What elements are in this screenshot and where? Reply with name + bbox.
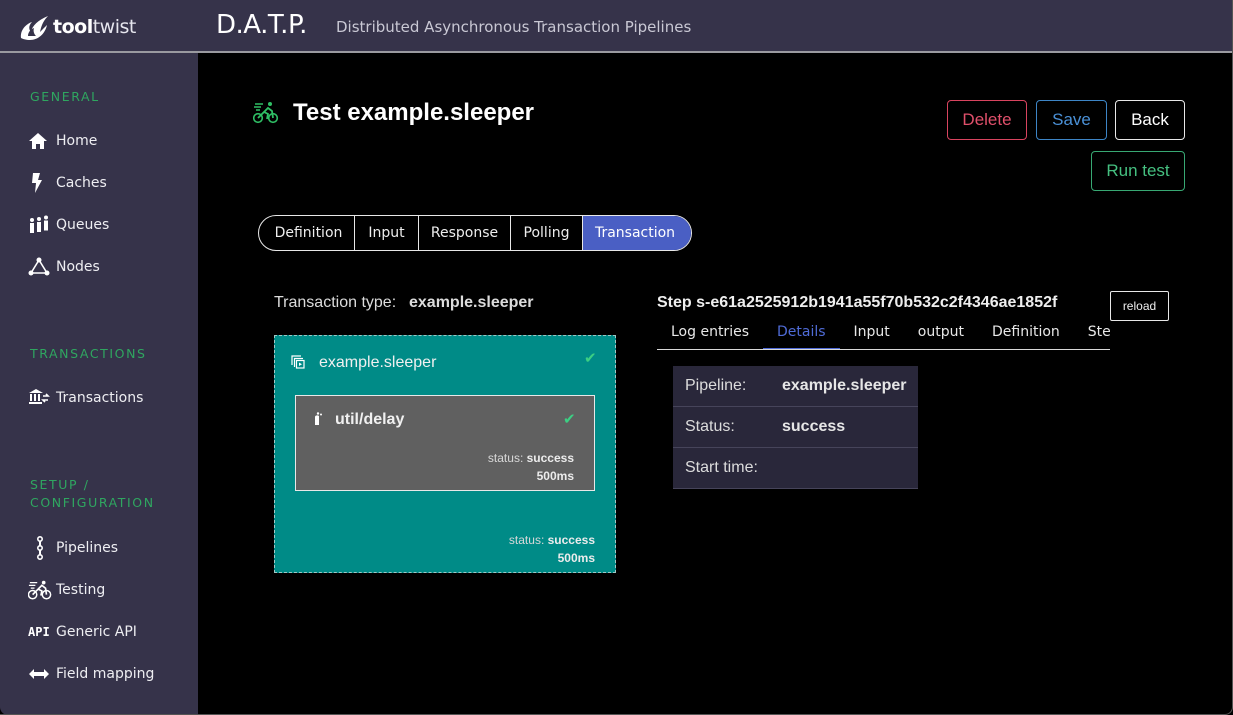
details-value: success	[782, 418, 846, 435]
app-window: tooltwist D.A.T.P. Distributed Asynchron…	[0, 0, 1233, 715]
tab-transaction[interactable]: Transaction	[583, 216, 691, 250]
sidebar-item-pipelines[interactable]: Pipelines	[28, 536, 119, 560]
arrows-horizontal-icon	[28, 664, 52, 684]
sidebar-item-transactions[interactable]: Transactions	[28, 388, 143, 408]
details-label: Status:	[685, 418, 735, 435]
sidebar-item-label: Field mapping	[56, 666, 155, 682]
subtab-details[interactable]: Details	[762, 320, 840, 349]
pipeline-name: example.sleeper	[319, 354, 437, 371]
sidebar-item-generic-api[interactable]: API Generic API	[28, 622, 137, 642]
reload-button[interactable]: reload	[1110, 291, 1169, 321]
tab-input[interactable]: Input	[355, 216, 419, 250]
sidebar: GENERAL Home Caches Queues Nodes TRANSAC…	[0, 53, 198, 714]
details-row-pipeline: Pipeline: example.sleeper	[673, 366, 918, 407]
app-title: D.A.T.P.	[216, 10, 307, 40]
top-header: tooltwist D.A.T.P. Distributed Asynchron…	[0, 0, 1232, 53]
section-transactions: TRANSACTIONS	[30, 346, 147, 361]
step-box[interactable]: util/delay ✔ status: success 500ms	[295, 395, 595, 491]
footprint-icon	[313, 412, 323, 431]
app-subtitle: Distributed Asynchronous Transaction Pip…	[336, 18, 692, 36]
subtab-stepdata[interactable]: StepData	[1074, 320, 1110, 349]
subtab-input[interactable]: Input	[840, 320, 904, 349]
cyclist-icon	[252, 100, 279, 129]
pipeline-status: status: success	[508, 533, 595, 547]
cyclist-icon	[28, 580, 52, 600]
bank-transfer-icon	[28, 388, 52, 408]
logo-text: tooltwist	[53, 16, 136, 38]
save-button[interactable]: Save	[1036, 100, 1107, 140]
check-icon: ✔	[584, 350, 597, 367]
details-label: Pipeline:	[685, 377, 747, 394]
sidebar-item-testing[interactable]: Testing	[28, 580, 105, 600]
sidebar-item-label: Home	[56, 133, 98, 149]
step-status: status: success	[487, 451, 574, 465]
subtab-log-entries[interactable]: Log entries	[657, 320, 763, 349]
back-button[interactable]: Back	[1115, 100, 1185, 140]
sidebar-item-label: Queues	[56, 217, 110, 233]
tooltwist-logo[interactable]: tooltwist	[18, 12, 136, 42]
sidebar-item-label: Caches	[56, 175, 107, 191]
sidebar-item-home[interactable]: Home	[28, 131, 97, 151]
test-tabs: Definition Input Response Polling Transa…	[258, 215, 692, 251]
details-value: example.sleeper	[782, 377, 907, 394]
sidebar-item-label: Generic API	[56, 624, 137, 640]
lightning-icon	[28, 173, 52, 193]
step-tabs: Log entries Details Input output Definit…	[657, 320, 1110, 350]
pipeline-copy-icon	[291, 355, 305, 374]
sidebar-item-queues[interactable]: Queues	[28, 215, 109, 235]
sidebar-item-label: Transactions	[56, 390, 144, 406]
check-icon: ✔	[563, 411, 576, 428]
pipeline-duration: 500ms	[557, 551, 595, 565]
api-icon: API	[28, 625, 50, 639]
delete-button[interactable]: Delete	[947, 100, 1027, 140]
transaction-type-label: Transaction type:	[274, 294, 397, 311]
sidebar-item-label: Pipelines	[56, 540, 119, 556]
step-title: Step s-e61a2525912b1941a55f70b532c2f4346…	[657, 294, 1058, 311]
step-duration: 500ms	[536, 469, 574, 483]
nodes-icon	[28, 257, 52, 277]
home-icon	[28, 131, 52, 151]
tab-response[interactable]: Response	[419, 216, 511, 250]
tab-polling[interactable]: Polling	[511, 216, 583, 250]
run-test-button[interactable]: Run test	[1091, 151, 1185, 191]
details-table: Pipeline: example.sleeper Status: succes…	[673, 366, 918, 489]
transaction-type-value: example.sleeper	[409, 294, 534, 311]
sidebar-item-field-mapping[interactable]: Field mapping	[28, 664, 154, 684]
people-icon	[28, 215, 52, 235]
tab-definition[interactable]: Definition	[259, 216, 355, 250]
subtab-definition[interactable]: Definition	[978, 320, 1074, 349]
pipeline-icon	[28, 536, 52, 560]
details-label: Start time:	[685, 459, 758, 476]
page-title: Test example.sleeper	[293, 99, 535, 126]
section-general: GENERAL	[30, 89, 100, 104]
details-row-status: Status: success	[673, 407, 918, 448]
sidebar-item-caches[interactable]: Caches	[28, 173, 107, 193]
sidebar-item-label: Nodes	[56, 259, 100, 275]
sidebar-item-label: Testing	[56, 582, 106, 598]
section-setup-configuration: SETUP / CONFIGURATION	[30, 477, 155, 510]
subtab-output[interactable]: output	[904, 320, 978, 349]
pipeline-box[interactable]: example.sleeper ✔ util/delay ✔ status: s…	[274, 335, 616, 573]
flame-logo-icon	[20, 16, 48, 40]
step-name: util/delay	[335, 411, 405, 428]
details-row-start-time: Start time:	[673, 448, 918, 489]
sidebar-item-nodes[interactable]: Nodes	[28, 257, 100, 277]
